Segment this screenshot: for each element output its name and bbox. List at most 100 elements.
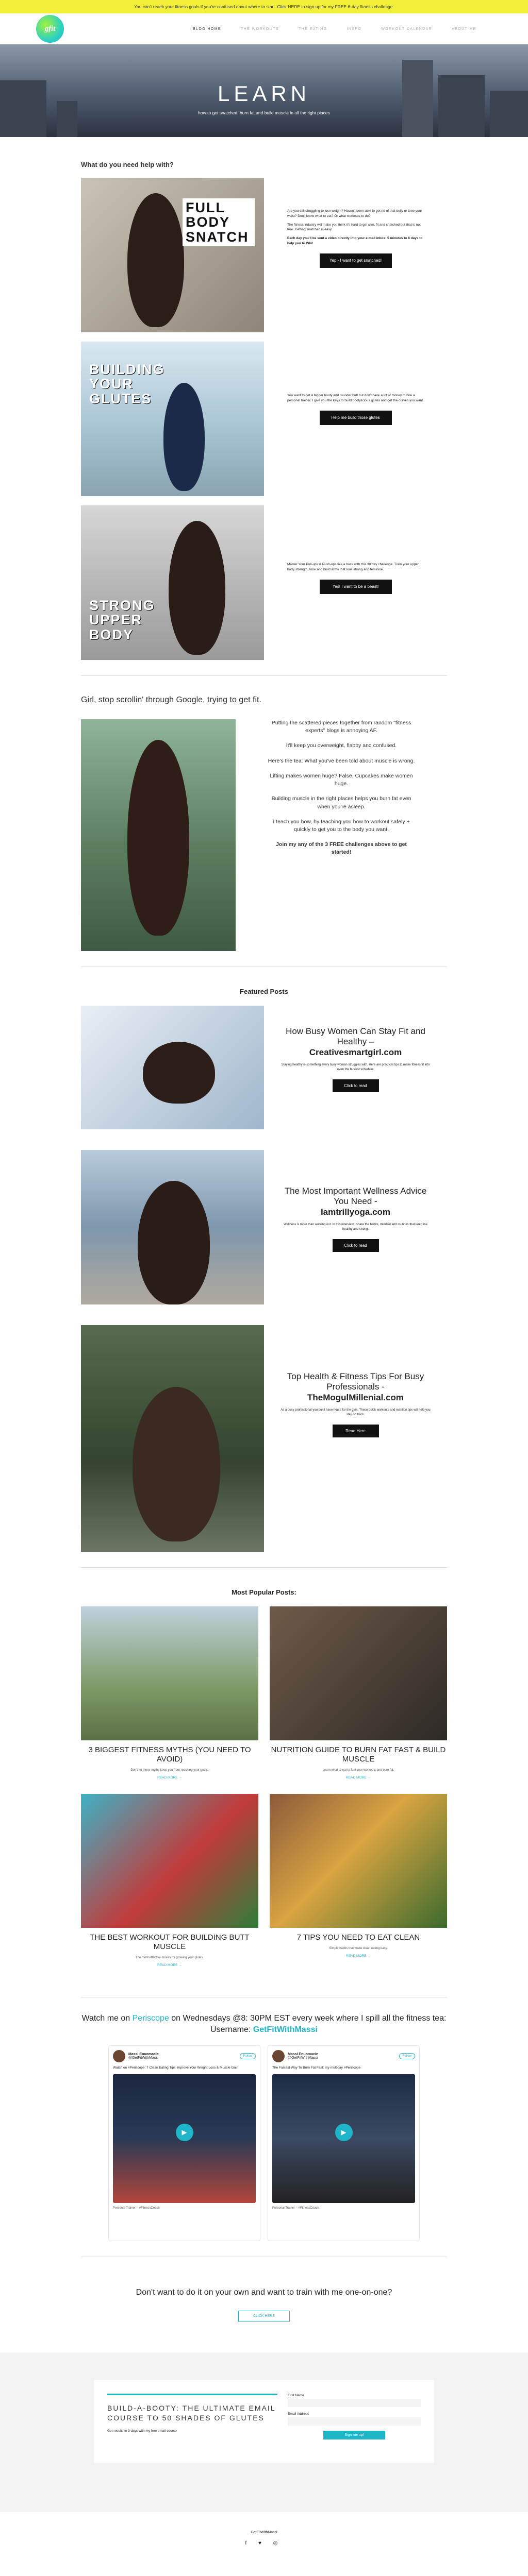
- nav-blog-home[interactable]: BLOG HOME: [193, 27, 221, 31]
- google-image: [81, 719, 236, 951]
- popular-grid: 3 BIGGEST FITNESS MYTHS (YOU NEED TO AVO…: [81, 1606, 447, 1981]
- tweet-text: Watch on #Periscope: 7 Clean Eating Tips…: [113, 2066, 239, 2070]
- featured-image: [81, 1325, 264, 1552]
- google-para: Building muscle in the right places help…: [271, 795, 411, 810]
- challenge-button[interactable]: Yep - I want to get snatched!: [319, 253, 392, 268]
- challenge-overlay: STRONG UPPER BODY: [89, 598, 155, 642]
- read-more-link[interactable]: READ MORE →: [270, 1776, 447, 1780]
- promo-banner[interactable]: You can't reach your fitness goals if yo…: [0, 0, 528, 13]
- challenge-image: STRONG UPPER BODY: [81, 505, 264, 660]
- tweet-embed[interactable]: Massi Enuomacie @GetFitWithMassi Follow Wa…: [108, 2045, 260, 2242]
- avatar: [113, 2050, 125, 2063]
- popular-card[interactable]: THE BEST WORKOUT FOR BUILDING BUTT MUSCL…: [81, 1794, 258, 1967]
- featured-title: Top Health & Fitness Tips For Busy Profe…: [287, 1371, 424, 1402]
- read-more-link[interactable]: READ MORE →: [81, 1776, 258, 1780]
- tweet-video[interactable]: ▶: [272, 2074, 415, 2204]
- google-para: Here's the tea: What you've been told ab…: [268, 757, 415, 764]
- challenge-text: Each day you'll be sent a video directly…: [287, 236, 423, 245]
- challenge-image: BUILDING YOUR GLUTES: [81, 342, 264, 496]
- nav-eating[interactable]: THE EATING: [299, 27, 327, 31]
- nav-about[interactable]: ABOUT ME: [452, 27, 476, 31]
- popular-card[interactable]: 7 TIPS YOU NEED TO EAT CLEAN Simple habi…: [270, 1794, 447, 1967]
- challenge-row: STRONG UPPER BODY Master Your Pull-ups &…: [81, 505, 447, 660]
- help-heading: What do you need help with?: [81, 161, 174, 168]
- top-nav: gfit BLOG HOME THE WORKOUTS THE EATING I…: [0, 13, 528, 44]
- tweet-footer: Personal Trainer – #FitnessCoach: [113, 2207, 160, 2210]
- signup-button[interactable]: Sign me up!: [323, 2431, 385, 2440]
- hero-title: LEARN: [217, 81, 311, 106]
- popular-image: [270, 1606, 447, 1740]
- featured-text: Wellness is more than working out. In th…: [283, 1223, 428, 1231]
- popular-image: [81, 1794, 258, 1928]
- play-icon[interactable]: ▶: [335, 2123, 353, 2141]
- google-para: Putting the scattered pieces together fr…: [271, 720, 411, 734]
- coaching-button[interactable]: CLICK HERE: [238, 2311, 290, 2322]
- nav-workouts[interactable]: THE WORKOUTS: [241, 27, 279, 31]
- featured-post: Top Health & Fitness Tips For Busy Profe…: [81, 1325, 447, 1552]
- challenge-button[interactable]: Help me build those glutes: [319, 410, 392, 425]
- challenge-button[interactable]: Yes! I want to be a beast!: [319, 579, 392, 594]
- read-more-link[interactable]: READ MORE →: [270, 1954, 447, 1958]
- google-section: Putting the scattered pieces together fr…: [81, 719, 447, 951]
- challenge-row: FULL BODY SNATCH Are you still strugglin…: [81, 178, 447, 332]
- popular-card[interactable]: 3 BIGGEST FITNESS MYTHS (YOU NEED TO AVO…: [81, 1606, 258, 1780]
- popular-text: Simple habits that make clean eating eas…: [329, 1947, 388, 1950]
- google-para: Join my any of the 3 FREE challenges abo…: [276, 841, 407, 856]
- featured-button[interactable]: Click to read: [332, 1079, 379, 1093]
- footer-brand: GetFitWithMassi: [251, 2531, 277, 2535]
- banner-text: You can't reach your fitness goals if yo…: [134, 4, 394, 9]
- tweet-video[interactable]: ▶: [113, 2074, 256, 2204]
- hero-subtitle: how to get snatched, burn fat and build …: [198, 110, 330, 115]
- featured-image: [81, 1150, 264, 1304]
- challenge-text: The fitness industry will make you think…: [287, 223, 421, 232]
- play-icon[interactable]: ▶: [175, 2123, 193, 2141]
- challenge-text: You want to get a bigger booty and round…: [287, 394, 424, 402]
- hero: LEARN how to get snatched, burn fat and …: [0, 44, 528, 137]
- featured-post: How Busy Women Can Stay Fit and Healthy …: [81, 1006, 447, 1129]
- featured-heading: Featured Posts: [240, 988, 288, 995]
- social-icons[interactable]: f ♥ ◎: [0, 2540, 528, 2546]
- popular-image: [81, 1606, 258, 1740]
- signup-section: BUILD-A-BOOTY: THE ULTIMATE EMAIL COURSE…: [0, 2352, 528, 2513]
- featured-button[interactable]: Read Here: [332, 1425, 379, 1438]
- popular-title: 7 TIPS YOU NEED TO EAT CLEAN: [296, 1933, 420, 1942]
- email-field[interactable]: [288, 2417, 421, 2426]
- follow-button[interactable]: Follow: [399, 2053, 415, 2060]
- first-name-field[interactable]: [288, 2399, 421, 2408]
- google-para: It'll keep you overweight, flabby and co…: [286, 742, 397, 749]
- featured-image: [81, 1006, 264, 1129]
- featured-button[interactable]: Click to read: [332, 1239, 379, 1252]
- tweets: Massi Enuomacie @GetFitWithMassi Follow Wa…: [81, 2045, 447, 2242]
- signup-subtitle: Get results in 3 days with my free email…: [107, 2429, 177, 2433]
- read-more-link[interactable]: READ MORE →: [81, 1963, 258, 1967]
- nav-inspo[interactable]: INSPO: [346, 27, 361, 31]
- periscope-link[interactable]: Periscope: [133, 2014, 169, 2023]
- challenge-overlay: FULL BODY SNATCH: [183, 198, 255, 247]
- popular-image: [270, 1794, 447, 1928]
- nav-calendar[interactable]: WORKOUT CALENDAR: [381, 27, 432, 31]
- tweet-embed[interactable]: Massi Enuomacie @GetFitWithMassi Follow Th…: [268, 2045, 420, 2242]
- tweet-footer: Personal Trainer – #FitnessCoach: [272, 2207, 319, 2210]
- popular-card[interactable]: NUTRITION GUIDE TO BURN FAT FAST & BUILD…: [270, 1606, 447, 1780]
- popular-text: The most effective moves for growing you…: [135, 1956, 204, 1959]
- nav-links: BLOG HOME THE WORKOUTS THE EATING INSPO …: [193, 27, 476, 31]
- email-label: Email Address: [288, 2412, 309, 2416]
- popular-title: THE BEST WORKOUT FOR BUILDING BUTT MUSCL…: [90, 1933, 250, 1951]
- challenge-overlay: BUILDING YOUR GLUTES: [89, 362, 165, 406]
- popular-text: Don't let these myths keep you from reac…: [130, 1769, 209, 1772]
- featured-post: The Most Important Wellness Advice You N…: [81, 1150, 447, 1304]
- tweet-text: The Fastest Way To Burn Fat Fast: my mul…: [272, 2066, 361, 2070]
- signup-title: BUILD-A-BOOTY: THE ULTIMATE EMAIL COURSE…: [107, 2404, 276, 2422]
- popular-title: 3 BIGGEST FITNESS MYTHS (YOU NEED TO AVO…: [88, 1745, 251, 1764]
- challenge-text: Master Your Pull-ups & Push-ups like a b…: [287, 563, 419, 571]
- follow-button[interactable]: Follow: [239, 2053, 256, 2060]
- challenge-image: FULL BODY SNATCH: [81, 178, 264, 332]
- coaching-text: Don't want to do it on your own and want…: [136, 2288, 392, 2297]
- challenge-text: Are you still struggling to lose weight?…: [287, 209, 422, 218]
- featured-text: As a busy professional you don't have ho…: [280, 1409, 431, 1417]
- first-name-label: First Name: [288, 2394, 304, 2398]
- popular-title: NUTRITION GUIDE TO BURN FAT FAST & BUILD…: [271, 1745, 446, 1764]
- featured-title: How Busy Women Can Stay Fit and Healthy …: [286, 1026, 425, 1057]
- challenge-row: BUILDING YOUR GLUTES You want to get a b…: [81, 342, 447, 496]
- logo[interactable]: gfit: [36, 15, 64, 43]
